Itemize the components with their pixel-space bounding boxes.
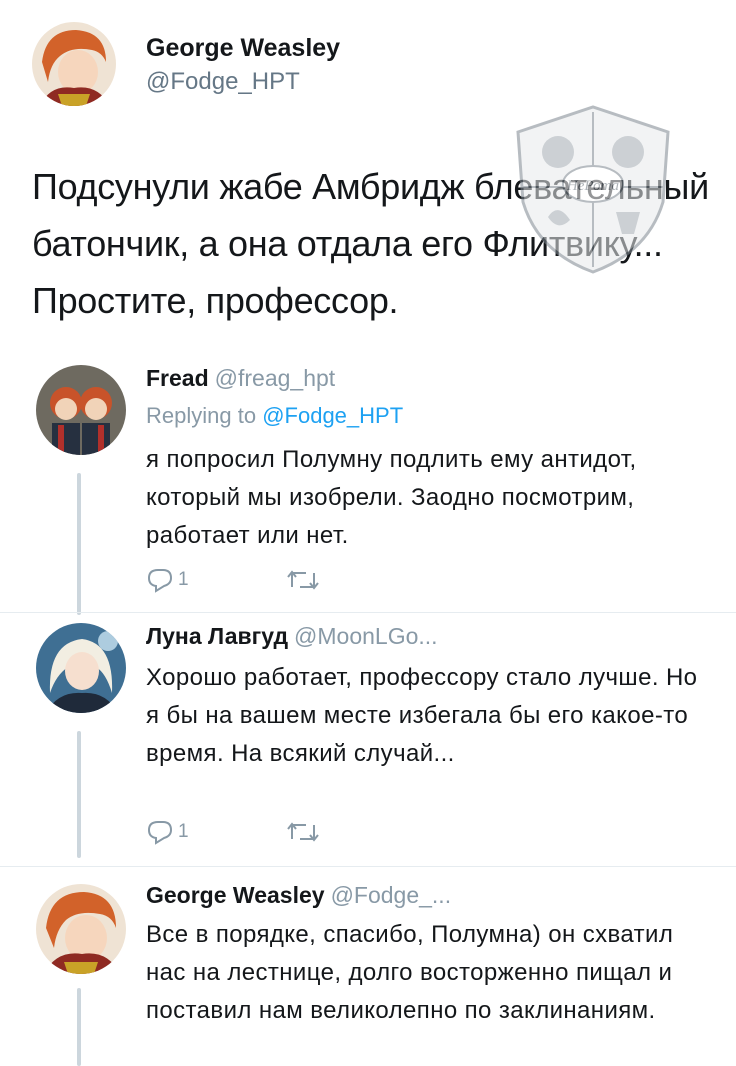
- replying-label: Replying to: [146, 403, 257, 428]
- reply-icon: [146, 567, 174, 593]
- reply-icon: [146, 819, 174, 845]
- watermark-crest: НеРота: [498, 92, 688, 282]
- reply-tweet: George Weasley @Fodge_... Все в порядке, …: [0, 870, 736, 1066]
- retweet-icon: [286, 819, 320, 845]
- reply-header: Fread @freag_hpt: [146, 365, 335, 392]
- author-handle: @Fodge_HPT: [146, 68, 300, 95]
- avatar[interactable]: [36, 623, 126, 713]
- reply-button[interactable]: 1: [146, 819, 189, 845]
- avatar[interactable]: [36, 884, 126, 974]
- retweet-icon: [286, 567, 320, 593]
- thread-line: [77, 988, 81, 1066]
- avatar[interactable]: [36, 365, 126, 455]
- replying-to: Replying to @Fodge_HPT: [146, 403, 403, 429]
- reply-button[interactable]: 1: [146, 567, 189, 593]
- avatar[interactable]: [32, 22, 116, 106]
- reply-count: 1: [178, 569, 189, 590]
- reply-tweet: Луна Лавгуд @MoonLGo... Хорошо работает, …: [0, 613, 736, 858]
- retweet-button[interactable]: [286, 567, 320, 593]
- replying-mention[interactable]: @Fodge_HPT: [262, 403, 403, 428]
- author-name[interactable]: George Weasley: [146, 34, 340, 63]
- author-handle: @MoonLGo...: [294, 623, 438, 649]
- watermark-text: НеРота: [566, 178, 619, 194]
- author-name[interactable]: George Weasley: [146, 882, 325, 908]
- reply-count: 1: [178, 821, 189, 842]
- reply-header: George Weasley @Fodge_...: [146, 882, 451, 909]
- reply-header: Луна Лавгуд @MoonLGo...: [146, 623, 438, 650]
- thread-line: [77, 473, 81, 615]
- reply-tweet: Fread @freag_hpt Replying to @Fodge_HPT я…: [0, 355, 736, 615]
- retweet-button[interactable]: [286, 819, 320, 845]
- author-name[interactable]: Луна Лавгуд: [146, 623, 288, 649]
- divider: [0, 866, 736, 867]
- reply-text: Все в порядке, спасибо, Полумна) он схва…: [146, 921, 674, 1024]
- reply-text: я попросил Полумну подлить ему антидот, …: [146, 446, 637, 549]
- author-handle: @freag_hpt: [214, 365, 336, 391]
- author-name[interactable]: Fread: [146, 365, 209, 391]
- thread-line: [77, 731, 81, 858]
- author-handle: @Fodge_...: [330, 882, 452, 908]
- reply-text: Хорошо работает, профессору стало лучше.…: [146, 664, 698, 767]
